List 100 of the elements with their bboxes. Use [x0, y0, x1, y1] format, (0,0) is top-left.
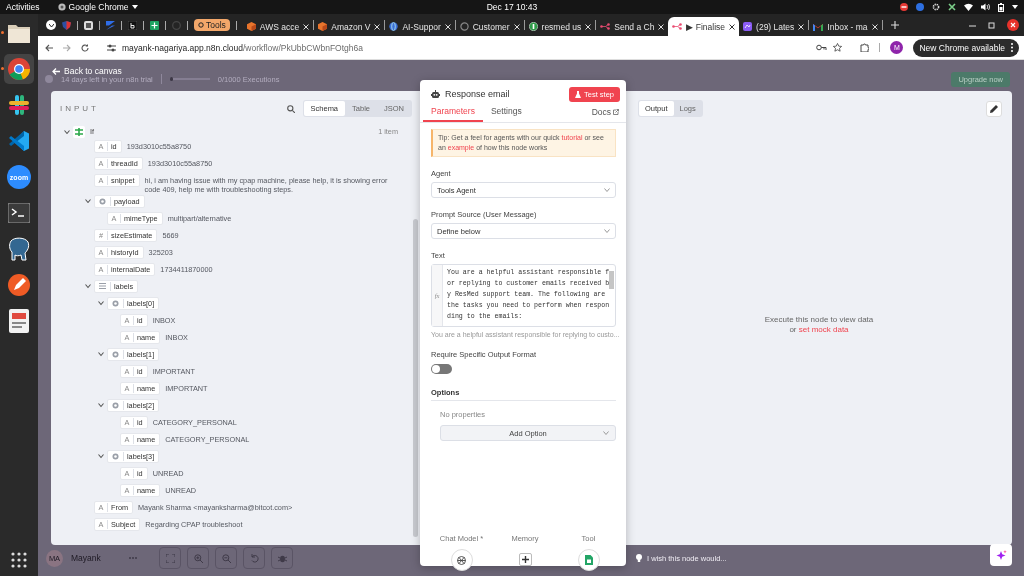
- knot-icon: [456, 554, 467, 566]
- chevron-icon[interactable]: [84, 197, 91, 204]
- restore-icon[interactable]: [988, 21, 995, 29]
- back-icon[interactable]: [45, 43, 53, 52]
- flow-icon: [672, 23, 683, 30]
- add-memory-button[interactable]: [518, 553, 532, 566]
- model-node[interactable]: [450, 549, 473, 571]
- extensions-icon[interactable]: [860, 43, 870, 52]
- bug-icon: [277, 553, 287, 563]
- chevron-icon[interactable]: [97, 350, 104, 357]
- plus-icon: [521, 556, 529, 563]
- arrow-left-icon: [52, 67, 60, 75]
- chevron-icon[interactable]: [97, 401, 104, 408]
- branch-icon: [75, 127, 83, 136]
- chevron-icon[interactable]: [97, 299, 104, 306]
- dark-square-icon[interactable]: [128, 20, 137, 30]
- tab-search-button[interactable]: [46, 20, 56, 30]
- update-button[interactable]: New Chrome available: [913, 38, 1019, 57]
- folder-icon[interactable]: [7, 22, 31, 44]
- browser-tab[interactable]: Amazon V: [314, 17, 385, 36]
- undo-icon: [249, 553, 259, 563]
- browser-tab[interactable]: resmed us: [524, 17, 596, 36]
- fullscreen-icon: [165, 553, 175, 563]
- scrollbar[interactable]: [413, 219, 418, 537]
- search-icon[interactable]: [286, 104, 295, 113]
- terminal-icon[interactable]: [8, 203, 30, 223]
- pen-app-icon[interactable]: [7, 273, 31, 297]
- flask-icon: [575, 90, 581, 98]
- edit-button[interactable]: [986, 100, 1002, 117]
- elephant-icon[interactable]: [8, 237, 30, 261]
- external-link-icon: [613, 109, 619, 115]
- url-field[interactable]: mayank-nagariya.app.n8n.cloud/workflow/PkUbbCWbnFOtgh6a: [122, 42, 811, 53]
- ring-icon: [198, 22, 204, 28]
- browser-tab[interactable]: ▶ Finalise: [668, 17, 740, 36]
- close-icon[interactable]: [1007, 19, 1019, 31]
- new-tab-icon[interactable]: [890, 21, 899, 29]
- badge-icon: [528, 22, 538, 31]
- browser-tab[interactable]: (29) Lates: [739, 17, 809, 36]
- tool-node[interactable]: [577, 549, 600, 571]
- panel-tab[interactable]: Settings: [482, 106, 530, 122]
- panel-tab[interactable]: Parameters: [423, 106, 483, 122]
- app-menu[interactable]: Google Chrome: [57, 2, 138, 12]
- empty-state-text: or set mock data: [788, 325, 850, 335]
- chevron-icon[interactable]: [64, 128, 70, 135]
- chevron-down-icon: [603, 431, 609, 436]
- wifi-icon[interactable]: [964, 3, 973, 11]
- app-icon: [57, 3, 66, 11]
- back-link[interactable]: Back to canvas: [52, 66, 122, 76]
- app-grid-icon[interactable]: [11, 552, 27, 568]
- caret-icon[interactable]: [1012, 5, 1018, 9]
- caret-icon: [131, 5, 138, 9]
- tune-icon[interactable]: [107, 43, 116, 52]
- chevron-icon[interactable]: [97, 452, 104, 459]
- grid-icon[interactable]: [84, 20, 93, 30]
- key-icon[interactable]: [816, 44, 828, 51]
- ring-icon: [459, 22, 469, 31]
- chevron-icon[interactable]: [84, 282, 91, 289]
- zoom-in-icon: [193, 553, 203, 563]
- shield-icon[interactable]: [62, 20, 71, 30]
- browser-tab[interactable]: AWS acce: [242, 17, 314, 36]
- mail-icon: [813, 22, 824, 31]
- browser-icon[interactable]: [7, 57, 31, 81]
- toggle-switch[interactable]: [431, 364, 452, 375]
- volume-icon[interactable]: [981, 3, 990, 11]
- browser-tab[interactable]: Inbox - ma: [809, 17, 882, 36]
- hash-icon[interactable]: [8, 94, 30, 116]
- docs-link[interactable]: Docs: [591, 107, 619, 122]
- ai-assistant-button[interactable]: [990, 544, 1012, 566]
- tab-group-label[interactable]: Tools: [194, 19, 230, 31]
- chevron-down-icon: [604, 229, 610, 234]
- browser-tab[interactable]: Send a Ch: [596, 17, 669, 36]
- robot-icon: [431, 90, 440, 98]
- chevron-down-icon: [604, 188, 610, 193]
- blocked-icon[interactable]: [900, 3, 908, 11]
- sheet-icon[interactable]: [150, 20, 159, 30]
- document-app-icon[interactable]: [9, 309, 29, 333]
- tray-icon[interactable]: [948, 3, 956, 11]
- sheet-icon: [584, 555, 593, 565]
- gear-icon[interactable]: [932, 3, 940, 11]
- empty-state-text: Execute this node to view data: [763, 315, 875, 325]
- info-icon: [45, 75, 53, 83]
- chevron-icon: [48, 23, 54, 27]
- battery-icon[interactable]: [998, 2, 1004, 12]
- browser-tab[interactable]: AI-Suppor: [385, 17, 455, 36]
- zoom-out-icon: [221, 553, 231, 563]
- globe-icon: [389, 22, 399, 31]
- panel-title: INPUT: [60, 104, 99, 113]
- list-icon: [99, 283, 106, 290]
- sparkle-icon: [995, 549, 1007, 561]
- browser-tab[interactable]: Customer: [455, 17, 524, 36]
- activities-button[interactable]: Activities: [6, 2, 40, 12]
- clock[interactable]: Dec 17 10:43: [486, 2, 538, 12]
- code-editor-icon[interactable]: [8, 130, 30, 152]
- reload-icon[interactable]: [81, 43, 89, 52]
- star-icon[interactable]: [833, 43, 843, 52]
- app-icon: [743, 22, 753, 31]
- bulb-icon: [636, 554, 642, 562]
- flow-icon: [600, 23, 611, 30]
- close-icon[interactable]: [729, 23, 736, 30]
- bolt-icon[interactable]: [106, 20, 115, 30]
